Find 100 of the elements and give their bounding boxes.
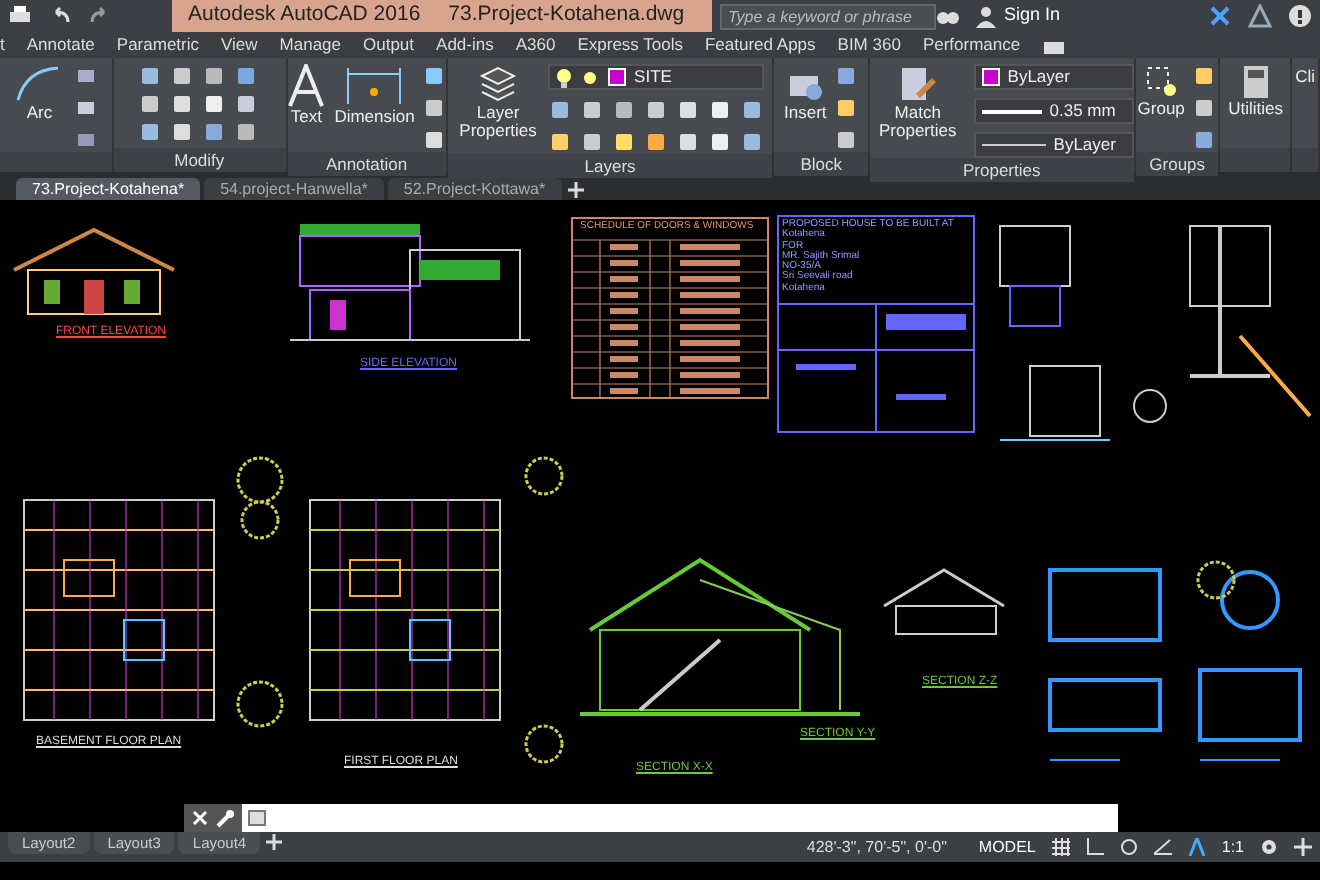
layer-dropdown[interactable]: SITE — [548, 64, 765, 90]
document-tab[interactable]: 73.Project-Kotahena* — [16, 178, 201, 200]
plus-icon[interactable] — [264, 832, 285, 852]
tool-icon[interactable] — [612, 130, 637, 154]
menu-tab[interactable]: Featured Apps — [704, 32, 816, 58]
tool-icon[interactable] — [201, 64, 226, 88]
sign-in-button[interactable]: Sign In — [976, 2, 1061, 30]
tool-icon[interactable] — [708, 130, 733, 154]
coordinates-readout: 428'-3", 70'-5", 0'-0" — [804, 835, 949, 859]
tool-icon[interactable] — [233, 92, 258, 116]
tool-icon[interactable] — [834, 128, 859, 152]
document-tab[interactable]: 54.project-Hanwella* — [204, 178, 384, 200]
tool-icon[interactable] — [612, 98, 637, 122]
tool-icon[interactable] — [137, 120, 162, 144]
insert-tool[interactable]: Insert — [784, 64, 827, 122]
prompt-icon — [248, 810, 266, 826]
section-z-drawing — [880, 566, 1010, 636]
tool-icon[interactable] — [201, 92, 226, 116]
linetype-dropdown[interactable]: ByLayer — [973, 132, 1134, 158]
close-icon[interactable] — [192, 810, 208, 826]
tool-icon[interactable] — [422, 128, 447, 152]
tool-icon[interactable] — [169, 64, 194, 88]
tool-icon[interactable] — [708, 98, 733, 122]
panel-title[interactable]: Groups — [1135, 152, 1219, 176]
tool-icon[interactable] — [548, 130, 573, 154]
model-space-button[interactable]: MODEL — [978, 835, 1036, 859]
color-swatch — [981, 68, 1000, 86]
menu-tab[interactable]: View — [221, 32, 258, 58]
triangle-icon[interactable] — [1248, 4, 1272, 28]
command-line-field[interactable] — [242, 804, 1118, 832]
menu-tab[interactable]: Performance — [922, 32, 1021, 58]
menu-tab[interactable]: Annotate — [26, 32, 95, 58]
polar-icon[interactable] — [1119, 838, 1138, 856]
utilities-tool[interactable]: Utilities — [1228, 64, 1283, 118]
tool-icon[interactable] — [169, 92, 194, 116]
tool-icon[interactable] — [1192, 64, 1217, 88]
grid-icon[interactable] — [1051, 838, 1070, 856]
dimension-icon — [344, 64, 405, 108]
linetype-line — [981, 144, 1046, 146]
menu-tab[interactable]: Add-ins — [436, 32, 494, 58]
tool-icon[interactable] — [676, 130, 701, 154]
tool-icon[interactable] — [644, 98, 669, 122]
help-icon[interactable] — [1288, 4, 1312, 28]
document-tab[interactable]: 52.Project-Kottawa* — [387, 178, 562, 200]
tool-icon[interactable] — [422, 64, 447, 88]
arc-tool[interactable]: Arc — [13, 64, 66, 122]
tool-icon[interactable] — [740, 98, 765, 122]
snap-icon[interactable] — [1085, 838, 1104, 856]
panel-title[interactable]: Modify — [113, 148, 286, 172]
match-properties-tool[interactable]: Match Properties — [869, 64, 966, 140]
tool-icon[interactable] — [834, 96, 859, 120]
clipboard-tool[interactable]: Cli — [1295, 64, 1316, 90]
plus-icon[interactable] — [565, 180, 586, 200]
lineweight-dropdown[interactable]: 0.35 mm — [973, 98, 1134, 124]
menu-tab[interactable]: BIM 360 — [837, 32, 901, 58]
menu-tab[interactable]: Manage — [279, 32, 341, 58]
wrench-icon[interactable] — [216, 809, 234, 827]
tree-drawing — [240, 500, 280, 540]
tool-icon[interactable] — [233, 120, 258, 144]
dimension-tool[interactable]: Dimension — [334, 64, 415, 126]
tool-icon[interactable] — [644, 130, 669, 154]
tree-drawing — [1196, 560, 1236, 600]
tool-icon[interactable] — [580, 98, 605, 122]
x-icon[interactable] — [1208, 4, 1232, 28]
tool-icon[interactable] — [740, 130, 765, 154]
panel-title[interactable]: Annotation — [287, 152, 446, 176]
tool-icon[interactable] — [137, 92, 162, 116]
angle-icon[interactable] — [1153, 838, 1172, 856]
color-dropdown[interactable]: ByLayer — [973, 64, 1134, 90]
tool-icon[interactable] — [580, 130, 605, 154]
panel-title[interactable]: Block — [774, 152, 868, 176]
layer-properties-tool[interactable]: Layer Properties — [456, 64, 541, 140]
tool-icon[interactable] — [73, 64, 98, 88]
tool-icon[interactable] — [676, 98, 701, 122]
menu-tab[interactable]: Express Tools — [577, 32, 683, 58]
plus-icon[interactable] — [1294, 838, 1312, 856]
text-tool[interactable]: Text — [286, 64, 327, 126]
search-field[interactable]: Type a keyword or phrase — [720, 3, 936, 29]
tool-icon[interactable] — [1192, 96, 1217, 120]
tool-icon[interactable] — [548, 98, 573, 122]
menu-tab[interactable]: A360 — [515, 32, 556, 58]
annotation-scale-icon[interactable] — [1187, 838, 1206, 856]
printer-icon[interactable] — [8, 4, 32, 28]
menu-tab[interactable]: Output — [363, 32, 415, 58]
group-tool[interactable]: Group — [1137, 64, 1185, 118]
tool-icon[interactable] — [169, 120, 194, 144]
camera-icon[interactable] — [1042, 37, 1067, 53]
panel-title[interactable]: Layers — [447, 154, 773, 178]
panel-title[interactable]: Properties — [869, 158, 1134, 182]
scale-button[interactable]: 1:1 — [1221, 835, 1244, 859]
tree-drawing — [524, 724, 564, 764]
settings-icon[interactable] — [1260, 838, 1278, 856]
sun-icon — [580, 67, 601, 87]
tree-drawing — [524, 456, 564, 496]
tool-icon[interactable] — [73, 96, 98, 120]
menu-tab[interactable]: t — [0, 32, 5, 58]
menu-tab[interactable]: Parametric — [116, 32, 199, 58]
tool-icon[interactable] — [137, 64, 162, 88]
tree-drawing — [236, 456, 284, 504]
tool-icon[interactable] — [422, 96, 447, 120]
